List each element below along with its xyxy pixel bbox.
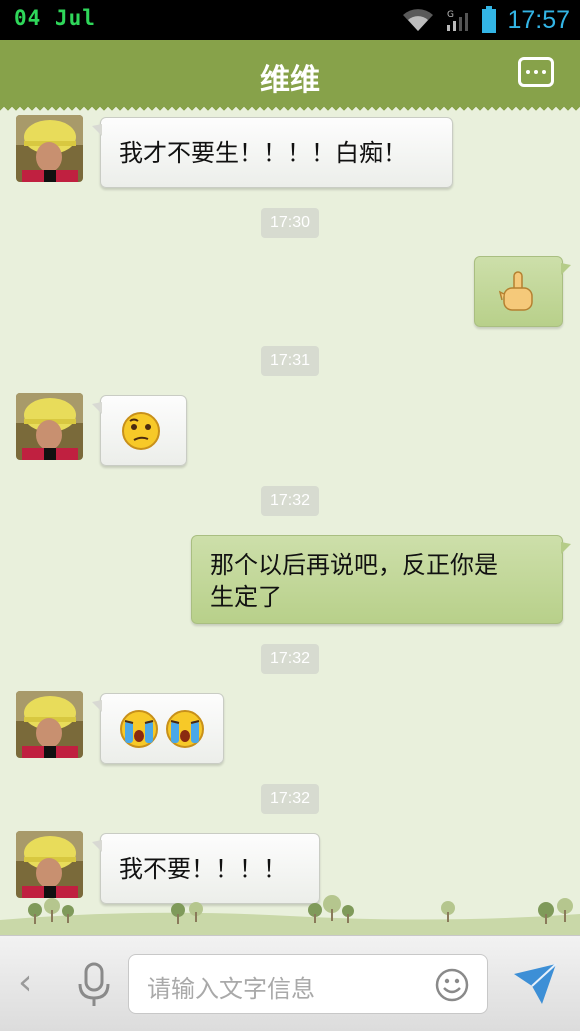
crying-face-emoji <box>166 710 204 748</box>
battery-icon <box>482 6 497 33</box>
status-date: 04 Jul <box>14 6 96 30</box>
svg-text:G: G <box>447 10 454 20</box>
message-input[interactable]: 请输入文字信息 <box>128 954 488 1014</box>
timestamp: 17:32 <box>261 486 319 516</box>
avatar[interactable] <box>16 691 83 758</box>
chat-header: 维维 <box>0 40 580 112</box>
status-bar: 04 Jul G 17:57 <box>0 0 580 40</box>
send-icon[interactable] <box>512 960 558 1006</box>
message-bubble-incoming[interactable] <box>92 693 224 764</box>
message-text: 我才不要生！！！！白痴！ <box>119 139 407 167</box>
microphone-icon[interactable] <box>74 962 114 1008</box>
status-time: 17:57 <box>507 5 570 34</box>
timestamp: 17:32 <box>261 784 319 814</box>
timestamp: 17:32 <box>261 644 319 674</box>
contact-name: 维维 <box>260 63 320 98</box>
message-input-placeholder: 请输入文字信息 <box>147 975 315 1003</box>
pointing-finger-emoji <box>498 271 533 311</box>
message-text: 我不要！！！！ <box>119 855 287 883</box>
message-bubble-outgoing[interactable] <box>474 256 571 327</box>
message-bubble-incoming[interactable]: 我才不要生！！！！白痴！ <box>92 117 453 188</box>
message-bubble-incoming[interactable] <box>92 395 187 466</box>
message-bubble-outgoing[interactable]: 那个以后再说吧，反正你是 生定了 <box>191 535 571 624</box>
status-icons: G 17:57 <box>401 5 570 35</box>
message-list[interactable]: 我才不要生！！！！白痴！ 17:30 17:31 17:32 那个以后再说吧，反… <box>0 106 580 932</box>
message-text: 那个以后再说吧，反正你是 <box>210 551 498 579</box>
landscape-decoration <box>0 895 580 935</box>
timestamp: 17:31 <box>261 346 319 376</box>
input-bar: ‹ 请输入文字信息 <box>0 935 580 1031</box>
avatar[interactable] <box>16 393 83 460</box>
more-options-icon[interactable] <box>518 57 554 87</box>
emoji-icon[interactable] <box>435 968 469 1002</box>
crying-face-emoji <box>120 710 158 748</box>
timestamp: 17:30 <box>261 208 319 238</box>
avatar[interactable] <box>16 115 83 182</box>
confused-face-emoji <box>122 412 160 450</box>
message-text: 生定了 <box>210 583 282 611</box>
wifi-icon <box>403 9 434 31</box>
signal-icon: G <box>447 10 469 31</box>
chevron-left-icon[interactable]: ‹ <box>18 962 32 1003</box>
